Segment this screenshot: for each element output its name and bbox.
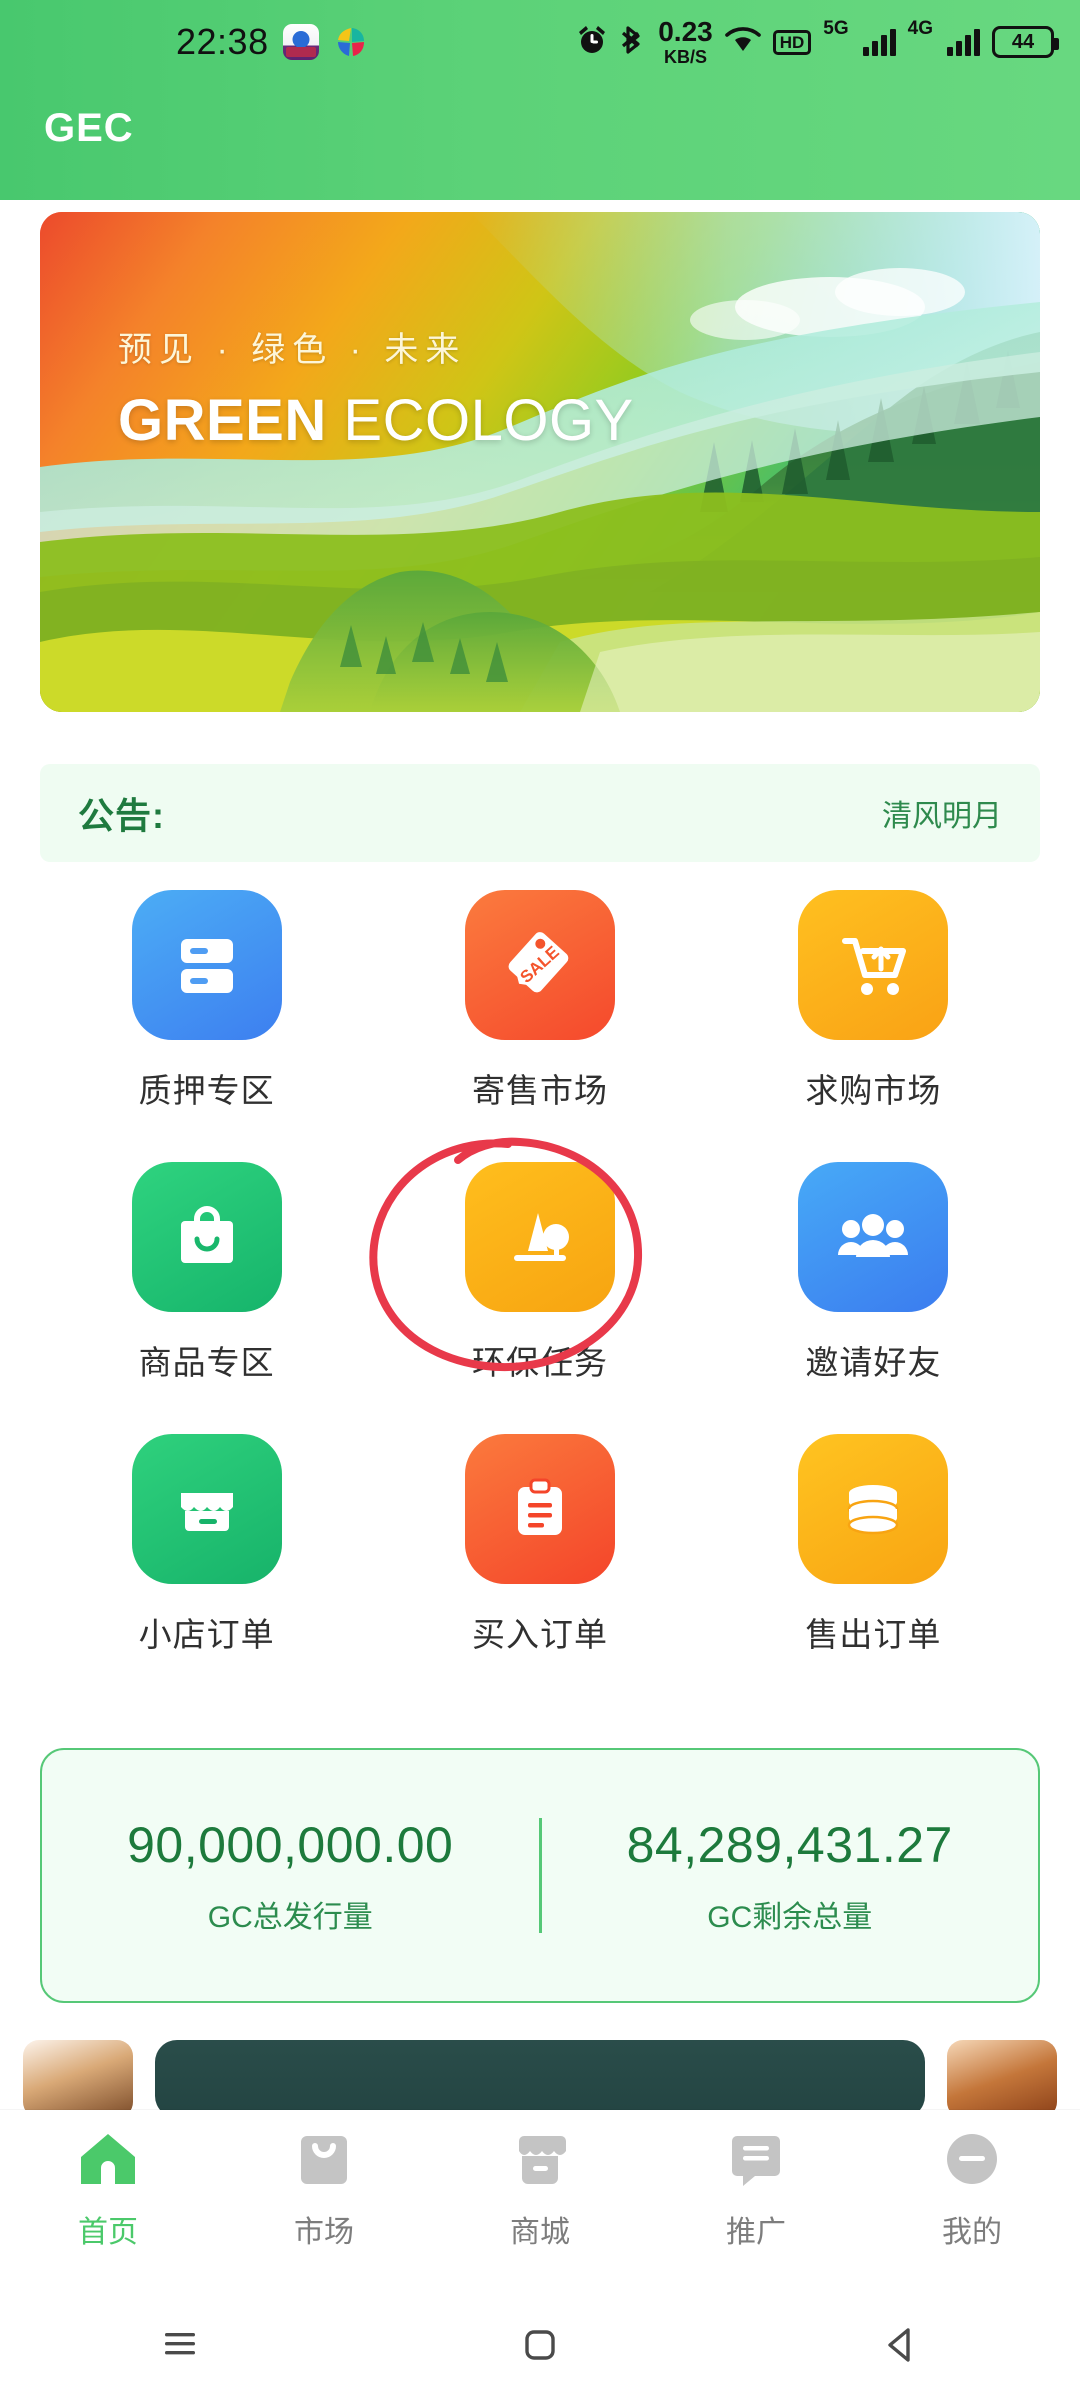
announcement-value: 清风明月 xyxy=(882,800,1002,833)
network-speed-indicator: 0.23 KB/S xyxy=(658,16,713,67)
home-square-icon[interactable] xyxy=(480,2309,600,2379)
battery-level-label: 44 xyxy=(1011,30,1035,53)
profile-face-icon xyxy=(941,2130,1003,2193)
grid-item-label: 售出订单 xyxy=(805,1616,942,1653)
stat-value: 84,289,431.27 xyxy=(626,1816,953,1873)
stat-caption: GC剩余总量 xyxy=(707,1900,873,1934)
nav-item-home[interactable]: 首页 xyxy=(0,2130,216,2251)
grid-item-label: 质押专区 xyxy=(138,1072,275,1109)
nav-item-label: 我的 xyxy=(942,2216,1002,2249)
grid-item-label: 商品专区 xyxy=(138,1344,275,1381)
banner-subtitle: 预见 · 绿色 · 未来 xyxy=(118,331,467,369)
coins-stack-icon xyxy=(798,1434,949,1584)
carousel-card-center[interactable] xyxy=(155,2040,925,2118)
grid-item-buy-orders[interactable]: 买入订单 xyxy=(373,1434,706,1656)
grid-item-label: 邀请好友 xyxy=(805,1344,942,1381)
grid-item-invite-friends[interactable]: 邀请好友 xyxy=(707,1162,1040,1384)
android-navigation-bar xyxy=(0,2288,1080,2400)
grid-item-eco-task[interactable]: 环保任务 xyxy=(373,1162,706,1384)
banner-title: GREEN ECOLOGY xyxy=(118,387,634,454)
clipboard-icon xyxy=(464,1434,615,1584)
nav-item-label: 商城 xyxy=(510,2216,570,2249)
store-icon xyxy=(509,2130,571,2193)
grid-item-consignment[interactable]: SALE 寄售市场 xyxy=(373,890,706,1112)
announcement-label: 公告: xyxy=(78,795,165,836)
nav-item-label: 首页 xyxy=(78,2216,138,2249)
nav-item-label: 市场 xyxy=(294,2216,354,2249)
alarm-icon xyxy=(576,24,608,61)
sale-tag-icon: SALE xyxy=(464,890,615,1040)
grid-item-sell-orders[interactable]: 售出订单 xyxy=(707,1434,1040,1656)
nav-item-store[interactable]: 商城 xyxy=(432,2130,648,2251)
nav-item-profile[interactable]: 我的 xyxy=(864,2130,1080,2251)
shopping-bag-smile-icon xyxy=(131,1162,282,1312)
color-app-icon xyxy=(333,24,369,60)
recents-icon[interactable] xyxy=(120,2309,240,2379)
banner-title-bold: GREEN xyxy=(118,388,327,453)
carousel-card-left[interactable] xyxy=(23,2040,133,2118)
grid-item-pledge[interactable]: 质押专区 xyxy=(40,890,373,1112)
supply-stats-card: 90,000,000.00 GC总发行量 84,289,431.27 GC剩余总… xyxy=(40,1748,1040,2003)
status-bar-left: 22:38 xyxy=(176,21,369,63)
bottom-navigation: 首页 市场 商城 推广 我的 xyxy=(0,2110,1080,2290)
banner-title-light: ECOLOGY xyxy=(343,388,634,453)
promote-mail-icon xyxy=(725,2130,787,2193)
announcement-bar[interactable]: 公告: 清风明月 xyxy=(40,764,1040,862)
grid-item-label: 求购市场 xyxy=(805,1072,942,1109)
grid-item-label: 寄售市场 xyxy=(471,1072,608,1109)
grid-item-label: 买入订单 xyxy=(471,1616,608,1653)
app-title: GEC xyxy=(44,106,134,150)
sim2-signal-icon xyxy=(947,28,980,56)
promo-banner[interactable]: 预见 · 绿色 · 未来 GREEN ECOLOGY xyxy=(40,212,1040,712)
sim1-generation-label: 5G xyxy=(823,18,849,39)
status-time: 22:38 xyxy=(176,21,269,62)
nav-item-market[interactable]: 市场 xyxy=(216,2130,432,2251)
storefront-icon xyxy=(131,1434,282,1584)
grid-item-label: 环保任务 xyxy=(471,1344,608,1381)
stat-value: 90,000,000.00 xyxy=(127,1816,454,1873)
nav-item-label: 推广 xyxy=(726,2216,786,2249)
status-bar: 22:38 0.23 KB/S HD 5G 4G 44 xyxy=(0,0,1080,84)
banner-text-block: 预见 · 绿色 · 未来 GREEN ECOLOGY xyxy=(118,322,634,454)
battery-indicator: 44 xyxy=(992,26,1059,58)
stat-total-issued: 90,000,000.00 GC总发行量 xyxy=(42,1816,539,1936)
netease-app-icon xyxy=(282,24,319,60)
nav-item-promote[interactable]: 推广 xyxy=(648,2130,864,2251)
group-people-icon xyxy=(798,1162,949,1312)
hd-badge: HD xyxy=(772,29,812,55)
grid-item-purchase-market[interactable]: 求购市场 xyxy=(707,890,1040,1112)
grid-item-label: 小店订单 xyxy=(138,1616,275,1653)
market-bag-icon xyxy=(293,2130,355,2193)
wifi-icon xyxy=(724,25,761,60)
banner-artwork xyxy=(40,212,1040,712)
carousel-card-right[interactable] xyxy=(947,2040,1057,2118)
home-icon xyxy=(77,2130,139,2193)
shopping-cart-up-icon xyxy=(798,890,949,1040)
status-bar-right: 0.23 KB/S HD 5G 4G 44 xyxy=(576,16,1059,67)
feature-grid: 质押专区 SALE 寄售市场 求购市场 商品专区 环保任务 邀请好友 小店订单 … xyxy=(40,890,1040,1656)
grid-item-shop-orders[interactable]: 小店订单 xyxy=(40,1434,373,1656)
sim2-generation-label: 4G xyxy=(907,18,933,39)
grid-item-goods-zone[interactable]: 商品专区 xyxy=(40,1162,373,1384)
bluetooth-icon xyxy=(620,24,646,61)
back-triangle-icon[interactable] xyxy=(840,2309,960,2379)
server-rack-icon xyxy=(131,890,282,1040)
sim1-signal-icon xyxy=(862,28,896,56)
stat-caption: GC总发行量 xyxy=(207,1900,373,1934)
tree-icon xyxy=(464,1162,615,1312)
stat-remaining: 84,289,431.27 GC剩余总量 xyxy=(542,1816,1039,1936)
